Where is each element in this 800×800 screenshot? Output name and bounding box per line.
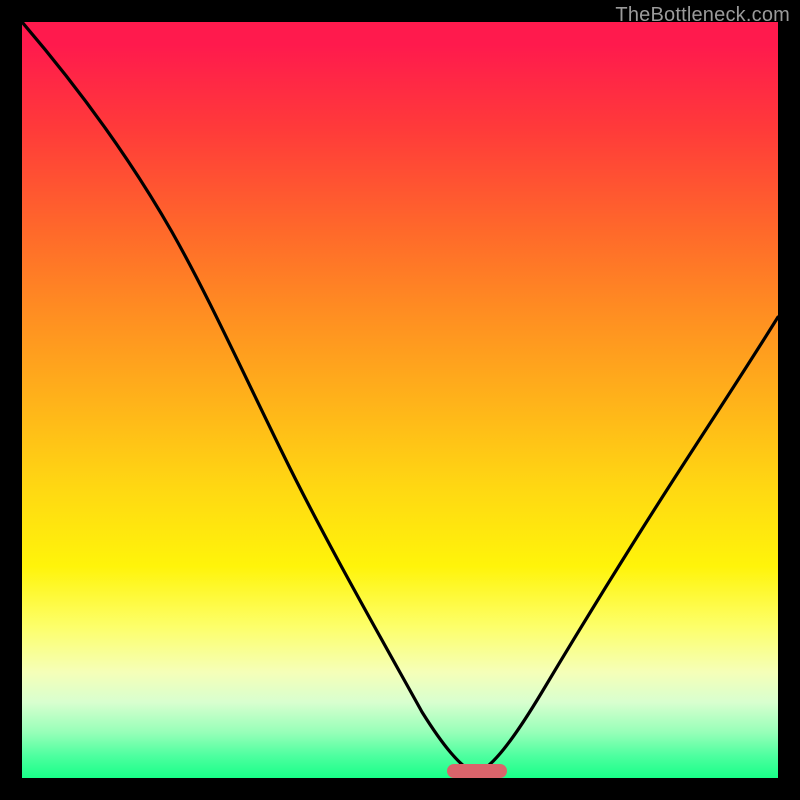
watermark-text: TheBottleneck.com xyxy=(615,4,790,27)
bottleneck-marker xyxy=(447,764,507,778)
curve-right-branch xyxy=(476,317,778,774)
curve-left-branch xyxy=(22,22,476,774)
plot-area xyxy=(22,22,778,778)
bottleneck-curve xyxy=(22,22,778,778)
outer-frame: TheBottleneck.com xyxy=(0,0,800,800)
